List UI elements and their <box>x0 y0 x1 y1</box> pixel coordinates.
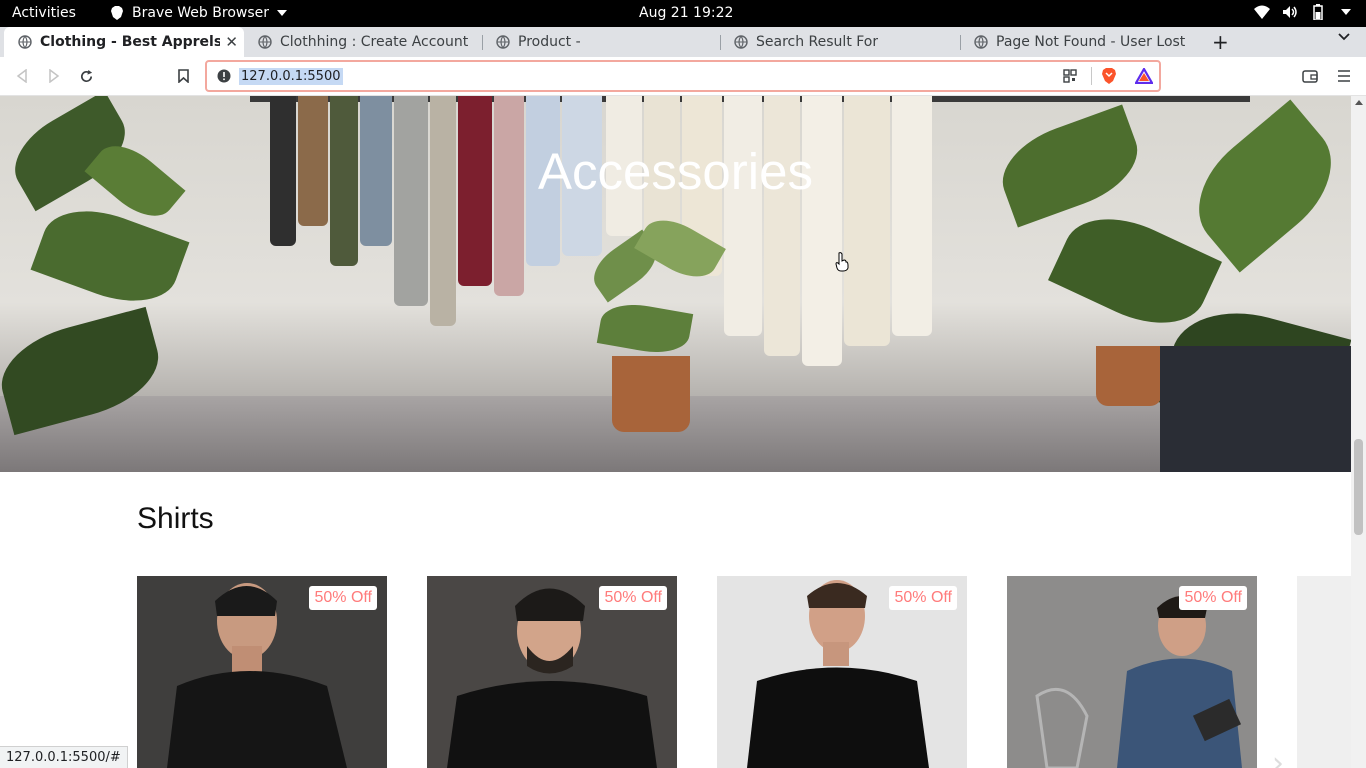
close-tab-icon[interactable]: ✕ <box>225 33 238 51</box>
shirt-shape <box>167 671 347 768</box>
link-status-bar: 127.0.0.1:5500/# <box>0 746 128 768</box>
section-title-shirts: Shirts <box>137 502 214 535</box>
tab-search-chevron-icon[interactable] <box>1338 33 1350 41</box>
hanging-garment <box>764 96 800 356</box>
scroll-up-arrow-icon[interactable] <box>1355 100 1363 105</box>
volume-icon <box>1282 4 1298 20</box>
reload-icon[interactable] <box>76 66 96 86</box>
shirt-shape <box>747 667 929 768</box>
tab-search-result[interactable]: Search Result For <box>720 27 960 57</box>
browser-toolbar: 127.0.0.1:5500 <box>0 57 1366 96</box>
plant-pot <box>612 356 690 432</box>
tab-title: Product - <box>518 34 581 50</box>
site-info-icon[interactable] <box>217 69 231 83</box>
product-card-partial[interactable] <box>1297 576 1351 768</box>
tab-page-not-found[interactable]: Page Not Found - User Lost <box>960 27 1200 57</box>
qr-code-icon[interactable] <box>1063 69 1077 83</box>
tab-title: Page Not Found - User Lost <box>996 34 1186 50</box>
address-bar[interactable]: 127.0.0.1:5500 <box>205 60 1161 92</box>
product-card[interactable]: 50% Off <box>717 576 967 768</box>
shirt-shape <box>447 681 657 768</box>
globe-icon <box>734 35 748 49</box>
dark-furniture <box>1160 346 1351 472</box>
new-tab-plus-icon[interactable]: + <box>1212 30 1229 54</box>
hanging-garment <box>430 96 456 326</box>
hanging-garment <box>394 96 428 306</box>
brave-rewards-icon[interactable] <box>1135 68 1153 84</box>
discount-badge: 50% Off <box>889 586 957 610</box>
power-menu-caret-icon <box>1338 4 1354 20</box>
discount-badge: 50% Off <box>309 586 377 610</box>
scrollbar-thumb[interactable] <box>1354 439 1363 535</box>
plant-leaf <box>596 298 694 359</box>
tab-product[interactable]: Product - <box>482 27 720 57</box>
wallet-icon[interactable] <box>1300 66 1320 86</box>
discount-badge: 50% Off <box>599 586 667 610</box>
discount-badge: 50% Off <box>1179 586 1247 610</box>
system-tray[interactable] <box>1254 4 1354 20</box>
product-card[interactable]: 50% Off <box>137 576 387 768</box>
globe-icon <box>974 35 988 49</box>
hanging-garment <box>892 96 932 336</box>
plant-pot <box>1096 346 1162 406</box>
omnibox-divider <box>1091 67 1092 85</box>
url-text[interactable]: 127.0.0.1:5500 <box>239 68 343 85</box>
back-arrow-icon[interactable] <box>12 66 32 86</box>
hamburger-menu-icon[interactable] <box>1334 66 1354 86</box>
hanging-garment <box>724 96 762 336</box>
tab-create-account[interactable]: Clothhing : Create Account <box>244 27 482 57</box>
tab-title: Clothhing : Create Account <box>280 34 469 50</box>
wifi-icon <box>1254 4 1270 20</box>
hero-title: Accessories <box>538 143 813 200</box>
tab-title: Clothing - Best Apprels On <box>40 34 220 50</box>
battery-icon <box>1310 4 1326 20</box>
tab-strip: Clothing - Best Apprels On ✕ Clothhing :… <box>0 27 1366 57</box>
page-scrollbar[interactable] <box>1351 96 1366 768</box>
hanging-garment <box>802 96 842 366</box>
carousel-next-arrow-icon[interactable]: › <box>1272 746 1284 768</box>
hero-banner[interactable]: Accessories <box>0 96 1351 472</box>
bookmark-icon[interactable] <box>173 66 193 86</box>
hanging-garment <box>844 96 890 346</box>
product-card[interactable]: 50% Off <box>1007 576 1257 768</box>
globe-icon <box>18 35 32 49</box>
product-card[interactable]: 50% Off <box>427 576 677 768</box>
web-page: Accessories Shirts 50% Off 50% Off 50% O… <box>0 96 1351 768</box>
activities-button[interactable]: Activities <box>12 5 76 21</box>
tab-clothing-home[interactable]: Clothing - Best Apprels On ✕ <box>4 27 244 57</box>
forward-arrow-icon[interactable] <box>44 66 64 86</box>
hand-pointer-cursor-icon <box>835 252 849 272</box>
app-menu[interactable]: Brave Web Browser <box>110 5 287 21</box>
globe-icon <box>258 35 272 49</box>
brave-shields-icon[interactable] <box>1101 67 1117 85</box>
tab-title: Search Result For <box>756 34 879 50</box>
caret-down-icon <box>277 10 287 16</box>
system-top-bar: Activities Brave Web Browser Aug 21 19:2… <box>0 0 1366 27</box>
brave-logo-icon <box>111 6 123 20</box>
clock[interactable]: Aug 21 19:22 <box>639 5 733 21</box>
app-name: Brave Web Browser <box>132 5 269 21</box>
globe-icon <box>496 35 510 49</box>
